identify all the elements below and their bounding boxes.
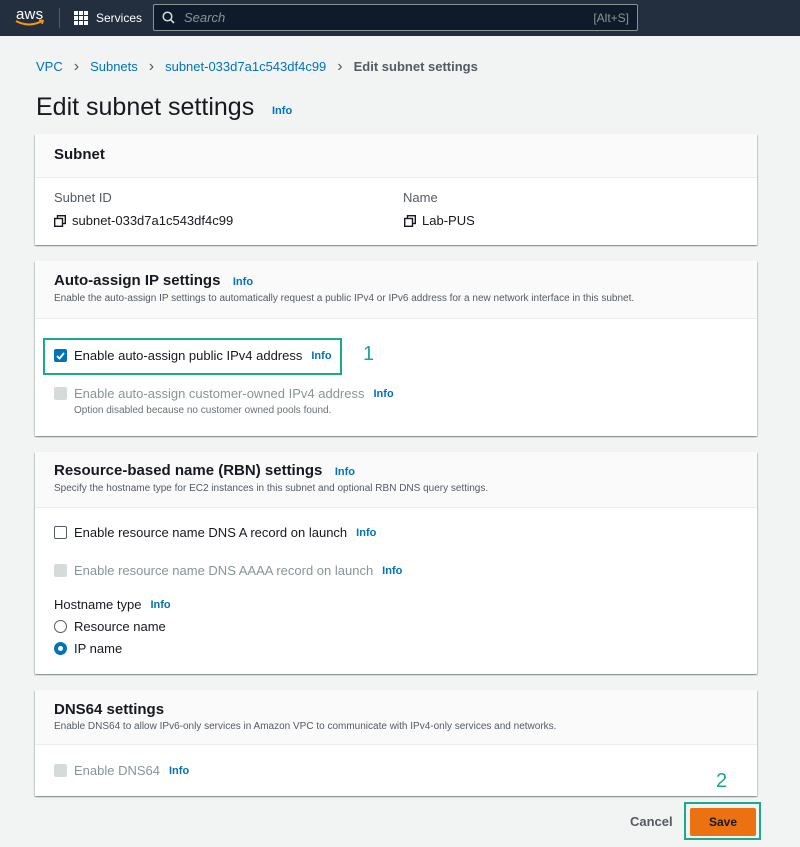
auto-assign-panel-header: Auto-assign IP settings Info Enable the … bbox=[35, 261, 757, 319]
name-text: Lab-PUS bbox=[422, 213, 475, 228]
subnet-panel-header: Subnet bbox=[35, 134, 757, 178]
dns-aaaa-checkbox bbox=[54, 564, 67, 577]
rbn-panel-header: Resource-based name (RBN) settings Info … bbox=[35, 452, 757, 508]
dns64-description: Enable DNS64 to allow IPv6-only services… bbox=[54, 721, 557, 732]
resource-name-label[interactable]: Resource name bbox=[74, 619, 166, 634]
name-label: Name bbox=[403, 190, 438, 205]
auto-assign-description: Enable the auto-assign IP settings to au… bbox=[54, 293, 635, 304]
breadcrumb-vpc[interactable]: VPC bbox=[36, 59, 63, 74]
rbn-settings-panel: Resource-based name (RBN) settings Info … bbox=[35, 452, 757, 674]
dns64-label: Enable DNS64 bbox=[74, 763, 160, 778]
dns64-settings-panel: DNS64 settings Enable DNS64 to allow IPv… bbox=[35, 690, 757, 796]
search-input[interactable]: Search [Alt+S] bbox=[153, 4, 638, 31]
resource-name-radio[interactable] bbox=[54, 620, 67, 633]
nav-divider bbox=[59, 8, 60, 28]
rbn-panel-title: Resource-based name (RBN) settings bbox=[54, 462, 323, 479]
ip-name-label[interactable]: IP name bbox=[74, 641, 122, 656]
copy-icon[interactable] bbox=[404, 214, 416, 227]
subnet-panel: Subnet Subnet ID subnet-033d7a1c543df4c9… bbox=[35, 134, 757, 245]
customer-owned-row: Enable auto-assign customer-owned IPv4 a… bbox=[54, 386, 394, 401]
rbn-description: Specify the hostname type for EC2 instan… bbox=[54, 483, 489, 494]
copy-icon[interactable] bbox=[54, 214, 66, 227]
top-navigation: aws Services Search [Alt+S] bbox=[0, 0, 800, 36]
page-title-info-link[interactable]: Info bbox=[272, 105, 292, 117]
rbn-info-link[interactable]: Info bbox=[335, 466, 355, 478]
dns64-info-link[interactable]: Info bbox=[169, 765, 189, 777]
breadcrumb-subnet-id[interactable]: subnet-033d7a1c543df4c99 bbox=[165, 59, 326, 74]
dns-aaaa-row: Enable resource name DNS AAAA record on … bbox=[54, 563, 402, 578]
subnet-id-label: Subnet ID bbox=[54, 190, 112, 205]
breadcrumb: VPC › Subnets › subnet-033d7a1c543df4c99… bbox=[36, 58, 478, 75]
annotation-number-1: 1 bbox=[363, 343, 375, 365]
services-grid-icon bbox=[74, 11, 88, 25]
aws-logo[interactable]: aws bbox=[14, 5, 48, 29]
search-icon bbox=[162, 11, 175, 24]
customer-owned-checkbox bbox=[54, 387, 67, 400]
hostname-option-ip-name[interactable]: IP name bbox=[54, 641, 122, 656]
subnet-panel-title: Subnet bbox=[54, 146, 105, 163]
dns-a-row: Enable resource name DNS A record on lau… bbox=[54, 525, 376, 540]
dns64-checkbox bbox=[54, 764, 67, 777]
customer-owned-info-link[interactable]: Info bbox=[374, 388, 394, 400]
hostname-type-label: Hostname type bbox=[54, 597, 142, 612]
hostname-type-row: Hostname type Info bbox=[54, 597, 171, 612]
auto-assign-info-link[interactable]: Info bbox=[233, 276, 253, 288]
save-button[interactable]: Save bbox=[690, 808, 756, 836]
chevron-right-icon: › bbox=[337, 58, 343, 75]
dns64-panel-title: DNS64 settings bbox=[54, 701, 165, 718]
dns-aaaa-label: Enable resource name DNS AAAA record on … bbox=[74, 563, 374, 578]
breadcrumb-subnets[interactable]: Subnets bbox=[90, 59, 138, 74]
ip-name-radio[interactable] bbox=[54, 642, 67, 655]
annotation-number-2: 2 bbox=[716, 770, 728, 792]
dns-a-checkbox[interactable] bbox=[54, 526, 67, 539]
page-title: Edit subnet settings bbox=[36, 93, 255, 121]
annotation-highlight-1 bbox=[43, 338, 342, 375]
hostname-type-info-link[interactable]: Info bbox=[150, 599, 170, 611]
breadcrumb-current: Edit subnet settings bbox=[353, 59, 478, 74]
services-label: Services bbox=[96, 11, 143, 25]
name-value: Lab-PUS bbox=[404, 213, 475, 228]
subnet-id-text: subnet-033d7a1c543df4c99 bbox=[72, 213, 234, 228]
search-placeholder: Search bbox=[184, 10, 226, 25]
auto-assign-panel-title: Auto-assign IP settings bbox=[54, 272, 221, 289]
customer-owned-note: Option disabled because no customer owne… bbox=[74, 405, 332, 416]
subnet-id-value: subnet-033d7a1c543df4c99 bbox=[54, 213, 233, 228]
cancel-button[interactable]: Cancel bbox=[630, 814, 673, 829]
dns-aaaa-info-link[interactable]: Info bbox=[382, 565, 402, 577]
chevron-right-icon: › bbox=[73, 58, 80, 75]
services-menu-button[interactable]: Services bbox=[74, 8, 142, 28]
dns64-panel-header: DNS64 settings Enable DNS64 to allow IPv… bbox=[35, 690, 757, 745]
search-shortcut: [Alt+S] bbox=[593, 10, 629, 25]
dns-a-info-link[interactable]: Info bbox=[356, 527, 376, 539]
dns64-row: Enable DNS64 Info bbox=[54, 763, 189, 778]
hostname-option-resource-name[interactable]: Resource name bbox=[54, 619, 166, 634]
dns-a-label[interactable]: Enable resource name DNS A record on lau… bbox=[74, 525, 347, 540]
chevron-right-icon: › bbox=[148, 58, 155, 75]
aws-smile-icon bbox=[15, 19, 45, 26]
customer-owned-label: Enable auto-assign customer-owned IPv4 a… bbox=[74, 386, 365, 401]
